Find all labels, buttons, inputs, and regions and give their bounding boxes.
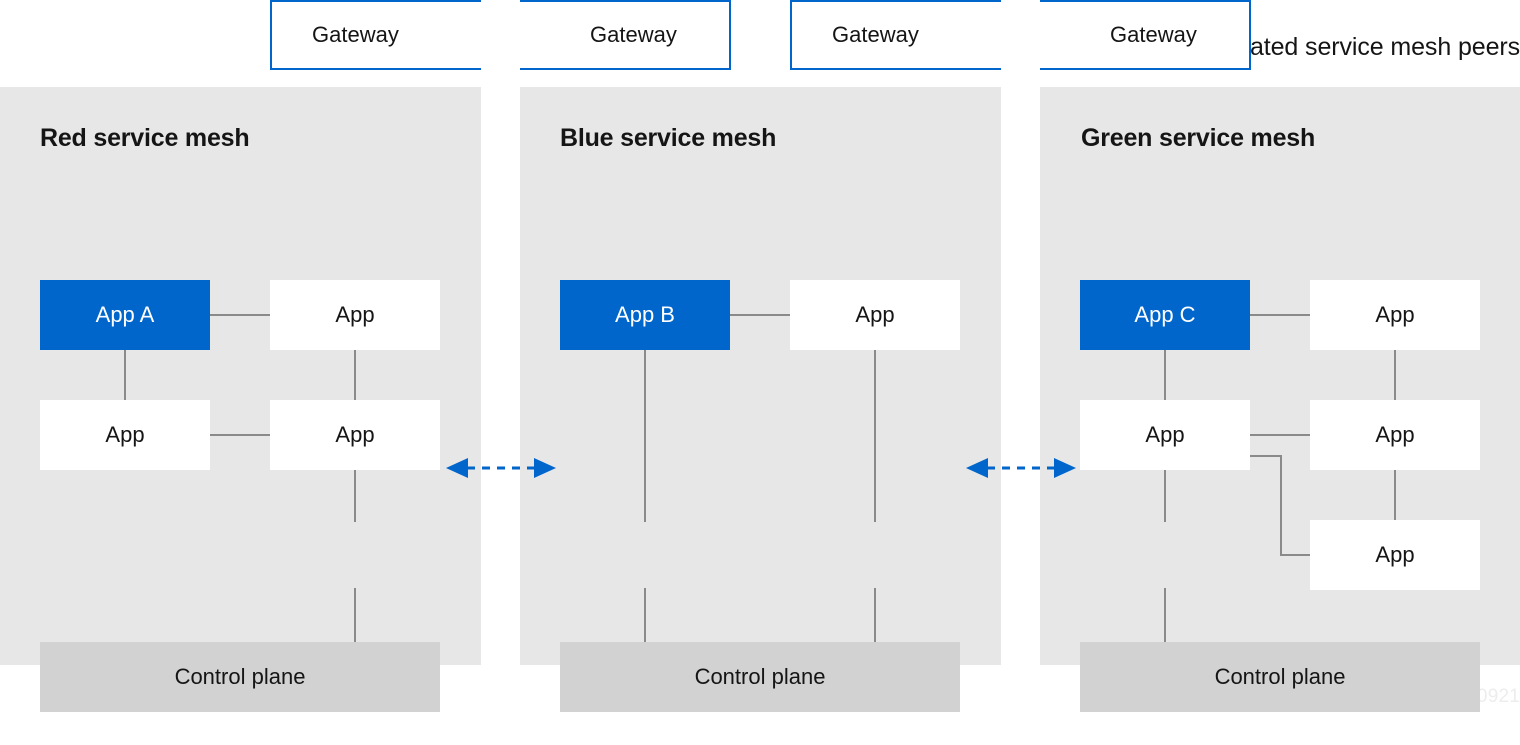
connector-green-elbow-vertical (1280, 455, 1282, 555)
gateway-green[interactable]: Gateway (1040, 0, 1251, 70)
gateway-red[interactable]: Gateway (270, 0, 481, 70)
connector-green-top-horizontal (1250, 314, 1310, 316)
control-plane-blue: Control plane (560, 642, 960, 712)
federation-arrow-red-blue (446, 458, 556, 478)
node-app-green-top-right[interactable]: App (1310, 280, 1480, 350)
control-plane-red: Control plane (40, 642, 440, 712)
gateway-green-label: Gateway (1110, 22, 1197, 47)
connector-blue-top-horizontal (730, 314, 790, 316)
mesh-title-green: Green service mesh (1081, 124, 1316, 152)
node-app-blue-top-right[interactable]: App (790, 280, 960, 350)
gateway-blue-left-label: Gateway (590, 22, 677, 47)
mesh-panel-red: Red service mesh App A App App App Contr… (0, 87, 481, 712)
node-app-red-mid-left[interactable]: App (40, 400, 210, 470)
connector-green-app-gateway-vertical (1164, 470, 1166, 522)
mesh-title-red: Red service mesh (40, 124, 250, 152)
node-app-b[interactable]: App B (560, 280, 730, 350)
gateway-blue-left[interactable]: Gateway (520, 0, 731, 70)
node-app-red-mid-right[interactable]: App (270, 400, 440, 470)
mesh-panel-green: Green service mesh App C App App App App… (1040, 87, 1520, 712)
connector-blue-controlplane-right-vertical (874, 588, 876, 642)
mesh-title-blue: Blue service mesh (560, 124, 777, 152)
connector-green-midright-down (1394, 470, 1396, 522)
node-app-green-mid-left[interactable]: App (1080, 400, 1250, 470)
connector-red-right-vertical (354, 350, 356, 400)
mesh-panel-blue: Blue service mesh App B App Control plan… (520, 87, 1001, 712)
connector-green-mid-horizontal (1250, 434, 1310, 436)
gateway-red-label: Gateway (312, 22, 399, 47)
diagram-canvas: Federated service mesh peers Red service… (0, 0, 1520, 745)
node-app-c[interactable]: App C (1080, 280, 1250, 350)
connector-green-right-vertical (1394, 350, 1396, 400)
connector-red-top-horizontal (210, 314, 270, 316)
gateway-blue-right-label: Gateway (832, 22, 919, 47)
connector-red-mid-horizontal (210, 434, 270, 436)
connector-green-controlplane-vertical (1164, 588, 1166, 642)
node-app-green-low-right[interactable]: App (1310, 520, 1480, 590)
connector-blue-controlplane-left-vertical (644, 588, 646, 642)
node-app-red-top-right[interactable]: App (270, 280, 440, 350)
connector-red-gateway-vertical (354, 470, 356, 522)
control-plane-green: Control plane (1080, 642, 1480, 712)
node-app-a[interactable]: App A (40, 280, 210, 350)
connector-green-elbow-bottom (1280, 554, 1310, 556)
connector-green-elbow-top (1250, 455, 1282, 457)
connector-red-left-vertical (124, 350, 126, 400)
connector-blue-left-vertical (644, 350, 646, 522)
gateway-blue-right[interactable]: Gateway (790, 0, 1001, 70)
connector-red-controlplane-vertical (354, 588, 356, 642)
connector-green-left-vertical (1164, 350, 1166, 400)
node-app-green-mid-right[interactable]: App (1310, 400, 1480, 470)
federation-arrow-blue-green (966, 458, 1076, 478)
connector-blue-right-vertical (874, 350, 876, 522)
